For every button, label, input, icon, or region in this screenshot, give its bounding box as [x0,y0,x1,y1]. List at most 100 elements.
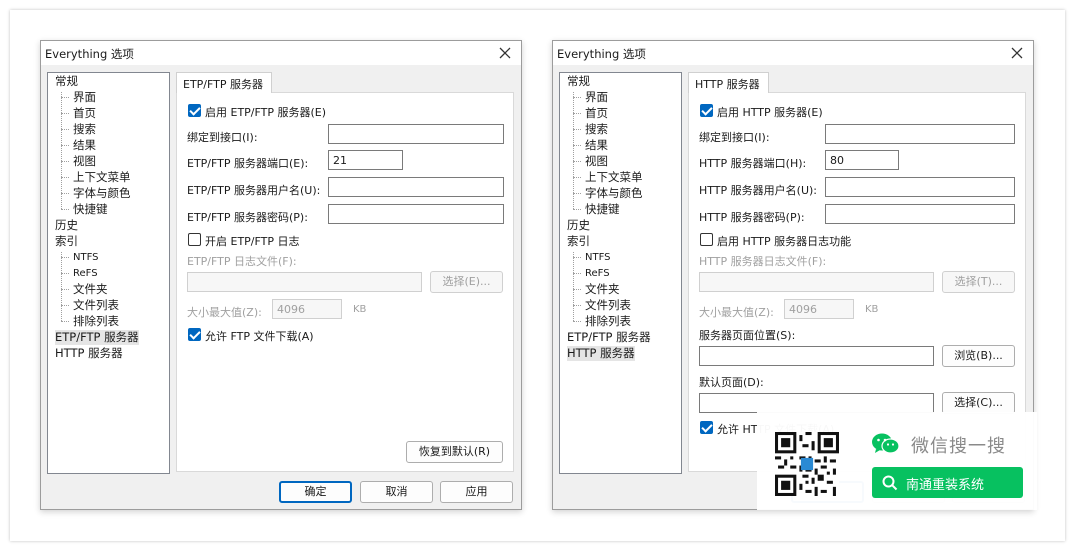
default-page-input[interactable] [699,393,934,413]
max-size-label: 大小最大值(Z): [699,306,774,319]
enable-server-label: 启用 HTTP 服务器(E) [717,106,823,119]
password-input[interactable] [328,204,504,224]
choose-log-file-button[interactable]: 选择(T)... [942,271,1015,293]
bind-interface-input[interactable] [825,124,1015,144]
ok-button[interactable]: 确定 [279,481,352,503]
choose-page-button[interactable]: 选择(C)... [942,392,1015,414]
tree-item-fonts-colors[interactable]: 字体与颜色 [73,186,131,201]
tree-item-general[interactable]: 常规 [55,74,78,89]
tree-item-search[interactable]: 搜索 [73,122,96,137]
close-icon[interactable] [1007,43,1027,63]
log-enable-label: 启用 HTTP 服务器日志功能 [717,235,852,248]
max-size-input[interactable]: 4096 [272,299,342,319]
browse-button[interactable]: 浏览(B)... [942,345,1015,367]
tree-item-etp-ftp[interactable]: ETP/FTP 服务器 [55,330,139,345]
max-size-unit: KB [865,304,879,315]
log-file-label: HTTP 服务器日志文件(F): [699,255,827,268]
tree-item-folders[interactable]: 文件夹 [73,282,108,297]
tree-item-folders[interactable]: 文件夹 [585,282,620,297]
options-tree[interactable]: 常规 界面 首页 搜索 结果 视图 上下文菜单 字体与颜色 快捷键 历史 索引 … [47,72,170,474]
tree-item-index[interactable]: 索引 [567,234,590,249]
tree-item-file-lists[interactable]: 文件列表 [585,298,631,313]
tree-item-ntfs[interactable]: NTFS [73,250,99,265]
allow-download-label: 允许 FTP 文件下载(A) [205,330,314,343]
wechat-search-title: 微信搜一搜 [911,436,1006,457]
allow-download-checkbox[interactable] [700,421,713,434]
tree-item-home[interactable]: 首页 [585,106,608,121]
tree-item-ntfs[interactable]: NTFS [585,250,611,265]
enable-server-label: 启用 ETP/FTP 服务器(E) [205,106,327,119]
tree-item-view[interactable]: 视图 [73,154,96,169]
bind-interface-input[interactable] [328,124,504,144]
search-icon [882,475,898,491]
tree-item-etp-ftp[interactable]: ETP/FTP 服务器 [567,330,651,345]
tree-item-shortcuts[interactable]: 快捷键 [73,202,108,217]
tree-item-results[interactable]: 结果 [73,138,96,153]
tree-item-context-menu[interactable]: 上下文菜单 [585,170,643,185]
tree-item-exclude[interactable]: 排除列表 [73,314,119,329]
max-size-input[interactable]: 4096 [784,299,854,319]
tree-item-index[interactable]: 索引 [55,234,78,249]
close-icon[interactable] [495,43,515,63]
cancel-button[interactable]: 取消 [360,481,433,503]
log-enable-checkbox[interactable] [188,233,201,246]
tree-item-fonts-colors[interactable]: 字体与颜色 [585,186,643,201]
username-label: ETP/FTP 服务器用户名(U): [187,184,321,197]
restore-defaults-button[interactable]: 恢复到默认(R) [406,441,503,463]
tree-item-general[interactable]: 常规 [567,74,590,89]
tree-item-http[interactable]: HTTP 服务器 [55,346,123,361]
choose-log-file-button[interactable]: 选择(E)... [430,271,503,293]
tree-item-file-lists[interactable]: 文件列表 [73,298,119,313]
default-page-label: 默认页面(D): [699,376,764,389]
allow-download-checkbox[interactable] [188,328,201,341]
password-input[interactable] [825,204,1015,224]
wechat-search-overlay: 微信搜一搜 南通重装系统 [757,412,1037,510]
wechat-search-text: 南通重装系统 [906,478,985,493]
page-location-input[interactable] [699,346,934,366]
tree-item-http[interactable]: HTTP 服务器 [567,346,635,361]
tree-item-history[interactable]: 历史 [567,218,590,233]
tab-http[interactable]: HTTP 服务器 [688,72,769,93]
tree-item-search[interactable]: 搜索 [585,122,608,137]
window-title: Everything 选项 [557,47,646,61]
password-label: ETP/FTP 服务器密码(P): [187,211,308,224]
enable-server-checkbox[interactable] [700,104,713,117]
username-input[interactable] [328,177,504,197]
tab-etp-ftp[interactable]: ETP/FTP 服务器 [176,72,272,93]
port-label: HTTP 服务器端口(H): [699,157,807,170]
log-file-label: ETP/FTP 日志文件(F): [187,255,297,268]
tree-item-refs[interactable]: ReFS [585,266,610,281]
max-size-unit: KB [353,304,367,315]
title-bar: Everything 选项 [41,41,521,65]
tree-item-exclude[interactable]: 排除列表 [585,314,631,329]
tree-item-view[interactable]: 视图 [585,154,608,169]
log-enable-label: 开启 ETP/FTP 日志 [205,235,300,248]
tree-item-context-menu[interactable]: 上下文菜单 [73,170,131,185]
bind-interface-label: 绑定到接口(I): [187,131,258,144]
tree-item-refs[interactable]: ReFS [73,266,98,281]
options-tree[interactable]: 常规 界面 首页 搜索 结果 视图 上下文菜单 字体与颜色 快捷键 历史 索引 … [559,72,682,474]
tree-item-history[interactable]: 历史 [55,218,78,233]
title-bar: Everything 选项 [553,41,1033,65]
enable-server-checkbox[interactable] [188,104,201,117]
bind-interface-label: 绑定到接口(I): [699,131,770,144]
page-location-label: 服务器页面位置(S): [699,329,796,342]
wechat-search-button[interactable]: 南通重装系统 [872,467,1023,498]
port-input[interactable]: 21 [328,150,403,170]
tree-item-home[interactable]: 首页 [73,106,96,121]
apply-button[interactable]: 应用 [440,481,513,503]
log-file-input[interactable] [699,272,934,292]
tree-item-ui[interactable]: 界面 [73,90,96,105]
options-dialog-ftp: Everything 选项 常规 界面 首页 搜索 结果 视图 上下文菜单 字体… [40,40,522,510]
tree-item-shortcuts[interactable]: 快捷键 [585,202,620,217]
port-input[interactable]: 80 [825,150,899,170]
log-enable-checkbox[interactable] [700,233,713,246]
settings-panel: 启用 ETP/FTP 服务器(E) 绑定到接口(I): ETP/FTP 服务器端… [176,92,514,472]
password-label: HTTP 服务器密码(P): [699,211,805,224]
username-label: HTTP 服务器用户名(U): [699,184,817,197]
username-input[interactable] [825,177,1015,197]
tree-item-ui[interactable]: 界面 [585,90,608,105]
tree-item-results[interactable]: 结果 [585,138,608,153]
log-file-input[interactable] [187,272,422,292]
port-label: ETP/FTP 服务器端口(E): [187,157,309,170]
